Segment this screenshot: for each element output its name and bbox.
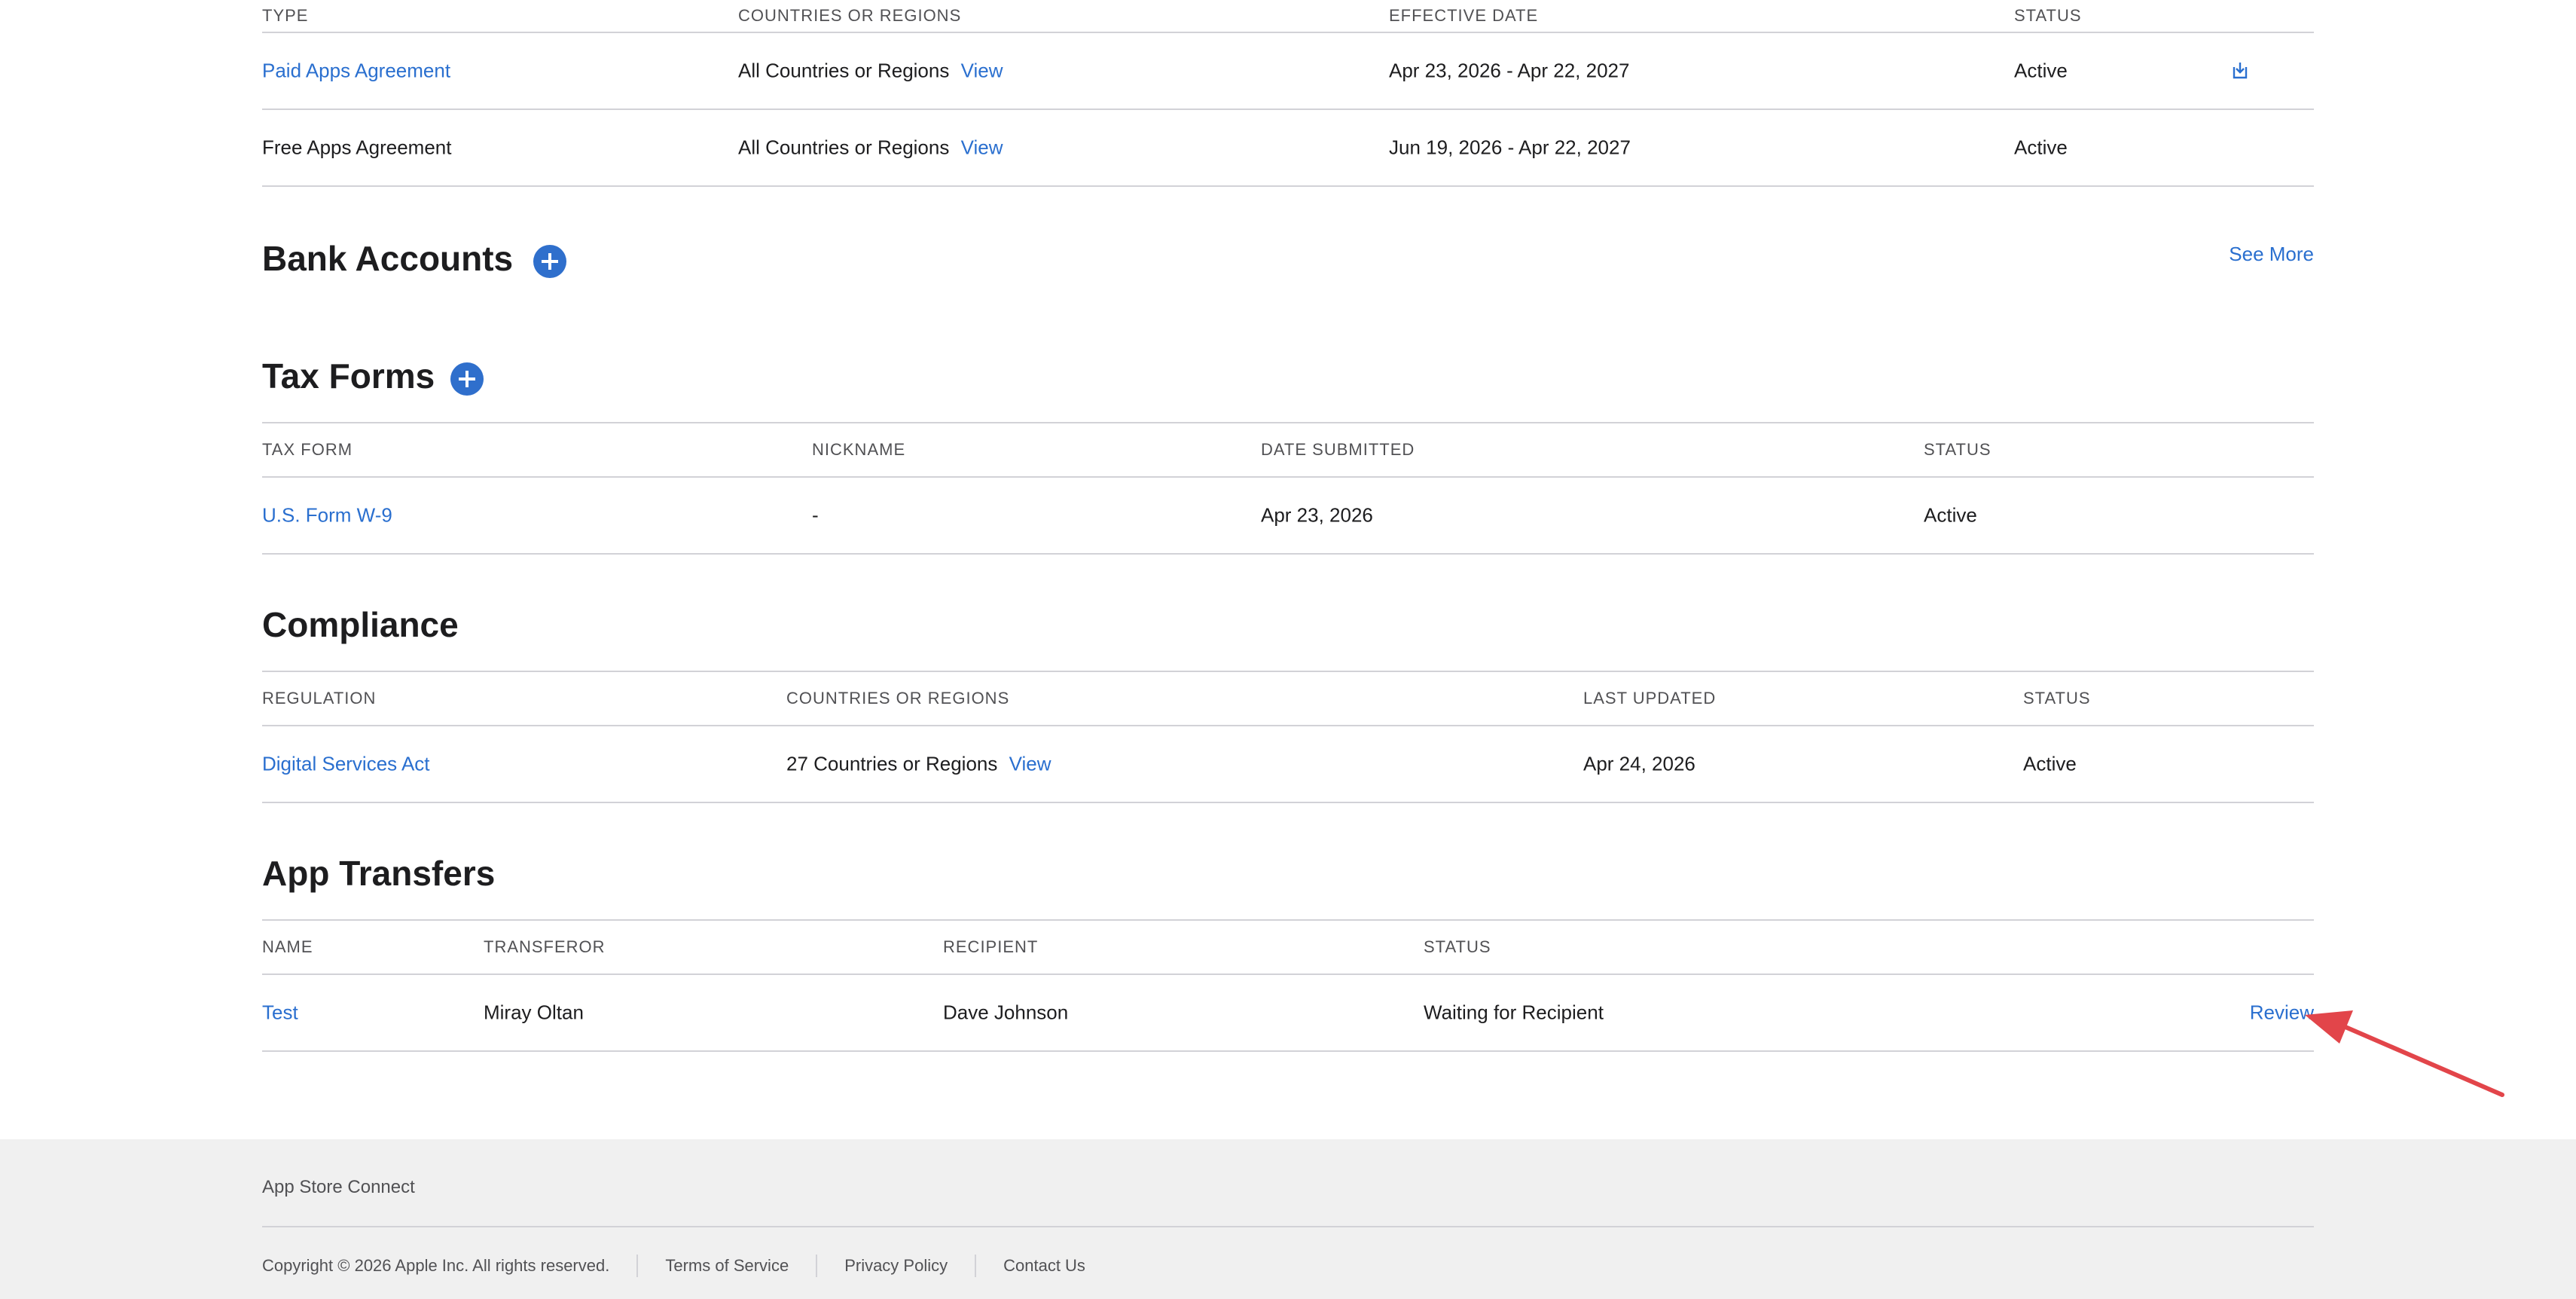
header-regulation: REGULATION <box>262 689 377 708</box>
tax-forms-title: Tax Forms <box>262 356 435 396</box>
status-text: Active <box>2023 752 2077 775</box>
add-bank-account-button[interactable] <box>533 245 566 278</box>
app-transfers-title: App Transfers <box>262 854 496 893</box>
tax-forms-header: TAX FORM NICKNAME DATE SUBMITTED STATUS <box>262 422 2314 478</box>
header-effective-date: EFFECTIVE DATE <box>1389 6 1539 25</box>
date-submitted-value: Apr 23, 2026 <box>1261 503 1373 527</box>
compliance-header: REGULATION COUNTRIES OR REGIONS LAST UPD… <box>262 671 2314 726</box>
header-recipient: RECIPIENT <box>943 937 1039 956</box>
countries-text: All Countries or Regions View <box>738 136 1003 160</box>
footer-separator <box>975 1255 977 1277</box>
effective-date: Jun 19, 2026 - Apr 22, 2027 <box>1389 136 1631 159</box>
footer-separator <box>816 1255 818 1277</box>
paid-apps-agreement-link[interactable]: Paid Apps Agreement <box>262 60 450 83</box>
view-countries-link[interactable]: View <box>1009 753 1051 775</box>
view-countries-link[interactable]: View <box>961 60 1003 82</box>
header-nickname: NICKNAME <box>812 440 906 459</box>
see-more-link[interactable]: See More <box>2229 243 2314 266</box>
header-name: NAME <box>262 937 313 956</box>
agreements-table: TYPE COUNTRIES OR REGIONS EFFECTIVE DATE… <box>262 0 2314 187</box>
footer-inner: App Store Connect Copyright © 2026 Apple… <box>262 1139 2314 1299</box>
copyright-text: Copyright © 2026 Apple Inc. All rights r… <box>262 1256 610 1275</box>
header-transferor: TRANSFEROR <box>484 937 606 956</box>
status-text: Waiting for Recipient <box>1424 1001 1604 1024</box>
tax-form-w9-link[interactable]: U.S. Form W-9 <box>262 504 392 527</box>
agreements-header: TYPE COUNTRIES OR REGIONS EFFECTIVE DATE… <box>262 0 2314 33</box>
header-status: STATUS <box>1424 937 1491 956</box>
privacy-policy-link[interactable]: Privacy Policy <box>844 1256 948 1276</box>
app-transfers-table: NAME TRANSFEROR RECIPIENT STATUS Test Mi… <box>262 919 2314 1052</box>
footer-separator <box>636 1255 639 1277</box>
table-row: U.S. Form W-9 - Apr 23, 2026 Active <box>262 478 2314 555</box>
download-icon[interactable] <box>2231 60 2249 80</box>
app-transfers-header: NAME TRANSFEROR RECIPIENT STATUS <box>262 919 2314 975</box>
header-last-updated: LAST UPDATED <box>1583 689 1717 708</box>
free-apps-agreement-text: Free Apps Agreement <box>262 136 452 159</box>
compliance-table: REGULATION COUNTRIES OR REGIONS LAST UPD… <box>262 671 2314 803</box>
footer-title: App Store Connect <box>262 1177 415 1197</box>
countries-text: 27 Countries or Regions View <box>786 753 1051 776</box>
footer-links: Copyright © 2026 Apple Inc. All rights r… <box>262 1255 1085 1277</box>
table-row: Free Apps Agreement All Countries or Reg… <box>262 110 2314 187</box>
contact-us-link[interactable]: Contact Us <box>1003 1256 1085 1276</box>
header-status: STATUS <box>1924 440 1992 459</box>
footer-divider <box>262 1226 2314 1227</box>
header-type: TYPE <box>262 6 309 25</box>
effective-date: Apr 23, 2026 - Apr 22, 2027 <box>1389 59 1630 82</box>
app-transfer-name-link[interactable]: Test <box>262 1001 298 1025</box>
nickname-value: - <box>812 503 819 527</box>
header-countries: COUNTRIES OR REGIONS <box>738 6 962 25</box>
countries-value: All Countries or Regions <box>738 59 950 82</box>
countries-value: 27 Countries or Regions <box>786 752 998 775</box>
compliance-title: Compliance <box>262 605 459 644</box>
view-countries-link[interactable]: View <box>961 136 1003 159</box>
annotation-arrow-icon <box>2305 1010 2504 1097</box>
status-text: Active <box>2014 136 2068 159</box>
countries-text: All Countries or Regions View <box>738 60 1003 83</box>
header-date-submitted: DATE SUBMITTED <box>1261 440 1415 459</box>
status-text: Active <box>1924 503 1977 527</box>
bank-accounts-title: Bank Accounts <box>262 239 514 278</box>
header-countries: COUNTRIES OR REGIONS <box>786 689 1010 708</box>
table-row: Test Miray Oltan Dave Johnson Waiting fo… <box>262 975 2314 1052</box>
transferor-value: Miray Oltan <box>484 1001 584 1024</box>
countries-value: All Countries or Regions <box>738 136 950 159</box>
header-status: STATUS <box>2023 689 2091 708</box>
header-status: STATUS <box>2014 6 2082 25</box>
header-tax-form: TAX FORM <box>262 440 353 459</box>
digital-services-act-link[interactable]: Digital Services Act <box>262 753 430 776</box>
recipient-value: Dave Johnson <box>943 1001 1069 1024</box>
tax-forms-table: TAX FORM NICKNAME DATE SUBMITTED STATUS … <box>262 422 2314 555</box>
table-row: Paid Apps Agreement All Countries or Reg… <box>262 33 2314 110</box>
terms-of-service-link[interactable]: Terms of Service <box>665 1256 789 1276</box>
add-tax-form-button[interactable] <box>450 362 484 396</box>
footer: App Store Connect Copyright © 2026 Apple… <box>0 1139 2576 1299</box>
last-updated-value: Apr 24, 2026 <box>1583 752 1695 775</box>
table-row: Digital Services Act 27 Countries or Reg… <box>262 726 2314 803</box>
status-text: Active <box>2014 59 2068 82</box>
